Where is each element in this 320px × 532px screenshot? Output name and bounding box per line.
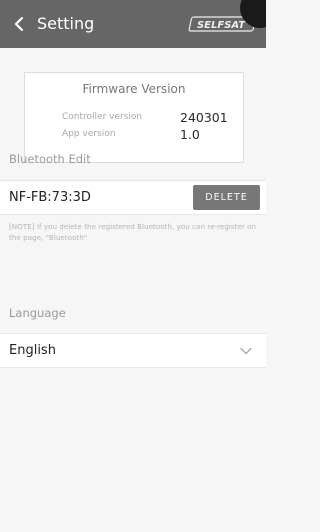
chevron-down-icon [240,347,252,355]
bluetooth-device-name: NF-FB:73:3D [9,190,91,205]
back-button[interactable] [9,14,29,34]
controller-version-label: Controller version [62,112,143,122]
bluetooth-section-label: Bluetooth Edit [9,152,91,166]
language-select[interactable]: English [0,333,266,368]
delete-button[interactable]: DELETE [193,185,260,210]
firmware-title: Firmware Version [82,82,186,96]
language-selected-value: English [9,343,56,358]
language-section-label: Language [9,306,66,320]
settings-screen: Setting SELFSAT Firmware Version Control… [0,0,266,532]
app-version-label: App version [62,129,116,139]
app-version-row: App version 1.0 [25,127,243,143]
app-version-value: 1.0 [180,127,200,142]
controller-version-value: 240301 [180,110,228,125]
firmware-card: Firmware Version Controller version 2403… [24,72,244,163]
chevron-left-icon [14,17,24,31]
bluetooth-note: [NOTE] If you delete the registered Blue… [9,222,257,242]
controller-version-row: Controller version 240301 [25,110,243,126]
page-title: Setting [37,14,95,33]
bluetooth-device-row: NF-FB:73:3D DELETE [0,180,266,215]
app-header: Setting SELFSAT [0,0,266,48]
brand-text: SELFSAT [197,20,246,31]
